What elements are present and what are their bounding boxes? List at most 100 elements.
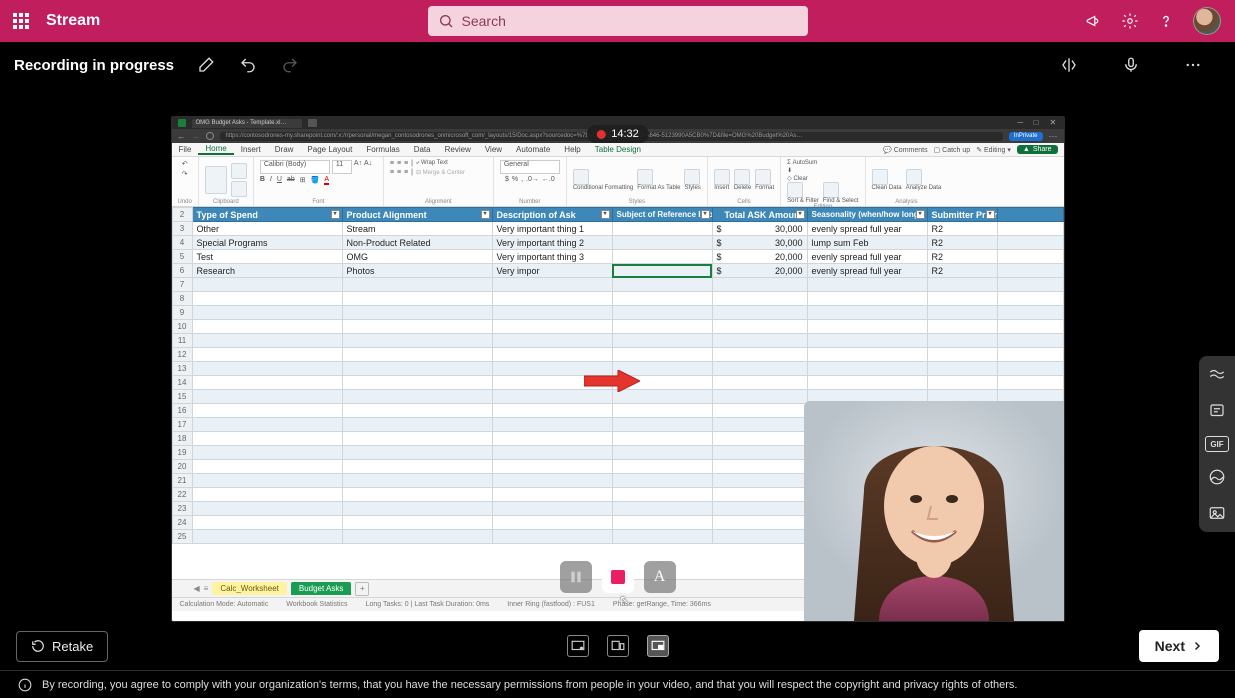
row-header[interactable]: 4 bbox=[172, 236, 192, 250]
delete-cells-button[interactable] bbox=[734, 169, 750, 185]
excel-menu-formulas[interactable]: Formulas bbox=[359, 145, 406, 154]
search-input[interactable]: Search bbox=[428, 6, 808, 36]
font-name-select[interactable]: Calibri (Body) bbox=[260, 160, 330, 174]
percent-button[interactable]: % bbox=[512, 176, 518, 183]
row-header[interactable]: 10 bbox=[172, 320, 192, 334]
cell[interactable]: Very important thing 2 bbox=[492, 236, 612, 250]
filter-dropdown-icon[interactable]: ▾ bbox=[916, 210, 925, 219]
table-row[interactable]: 7 bbox=[172, 278, 1063, 292]
row-header[interactable]: 17 bbox=[172, 418, 192, 432]
app-launcher-button[interactable] bbox=[0, 13, 42, 29]
row-header[interactable]: 6 bbox=[172, 264, 192, 278]
cell[interactable]: OMG bbox=[342, 250, 492, 264]
eraser-button[interactable] bbox=[192, 51, 220, 79]
table-row[interactable]: 10 bbox=[172, 320, 1063, 334]
fill-color-button[interactable]: 🪣 bbox=[311, 176, 320, 185]
cell[interactable]: R2 bbox=[927, 264, 997, 278]
cell[interactable] bbox=[612, 222, 712, 236]
filter-dropdown-icon[interactable]: ▾ bbox=[601, 210, 610, 219]
excel-menu-view[interactable]: View bbox=[478, 145, 509, 154]
filters-icon[interactable] bbox=[1206, 364, 1228, 386]
table-row[interactable]: 6 Research Photos Very impor $20,000 eve… bbox=[172, 264, 1063, 278]
next-button[interactable]: Next bbox=[1139, 630, 1219, 662]
row-header[interactable]: 12 bbox=[172, 348, 192, 362]
sheet-list-icon[interactable]: ≡ bbox=[204, 584, 209, 593]
excel-editing-mode[interactable]: ✎ Editing ▾ bbox=[976, 146, 1011, 154]
user-avatar[interactable] bbox=[1193, 7, 1221, 35]
italic-button[interactable]: I bbox=[270, 176, 272, 185]
wrap-text-button[interactable]: ⤶ Wrap Text bbox=[416, 160, 448, 167]
font-color-button[interactable]: A bbox=[324, 176, 329, 185]
row-header[interactable]: 9 bbox=[172, 306, 192, 320]
cell[interactable] bbox=[612, 250, 712, 264]
col-header[interactable]: Total ASK Amount▾ bbox=[712, 208, 807, 222]
bold-button[interactable]: B bbox=[260, 176, 265, 185]
layout-pip-button[interactable] bbox=[647, 635, 669, 657]
cell[interactable]: $30,000 bbox=[712, 222, 807, 236]
decrease-decimal-button[interactable]: ←.0 bbox=[542, 176, 555, 183]
undo-button[interactable] bbox=[234, 51, 262, 79]
filter-dropdown-icon[interactable]: ▾ bbox=[986, 210, 995, 219]
help-icon[interactable] bbox=[1157, 12, 1175, 30]
cut-button[interactable] bbox=[231, 163, 247, 179]
profile-badge[interactable]: InPrivate bbox=[1009, 132, 1043, 141]
cell[interactable]: Special Programs bbox=[192, 236, 342, 250]
notes-icon[interactable] bbox=[1206, 400, 1228, 422]
background-icon[interactable] bbox=[1206, 466, 1228, 488]
format-table-button[interactable] bbox=[637, 169, 653, 185]
window-close-button[interactable]: ✕ bbox=[1050, 119, 1058, 127]
table-row[interactable]: 14 bbox=[172, 376, 1063, 390]
filter-dropdown-icon[interactable]: ▾ bbox=[796, 210, 805, 219]
table-row[interactable]: 13 bbox=[172, 362, 1063, 376]
table-row[interactable]: 12 bbox=[172, 348, 1063, 362]
cell[interactable]: R2 bbox=[927, 236, 997, 250]
table-row[interactable]: 8 bbox=[172, 292, 1063, 306]
align-left-icon[interactable]: ≡ bbox=[390, 169, 394, 176]
excel-comments-button[interactable]: 💬 Comments bbox=[883, 146, 928, 154]
excel-share-button[interactable]: ▲ Share bbox=[1017, 145, 1058, 154]
find-select-button[interactable] bbox=[823, 182, 839, 198]
excel-menu-help[interactable]: Help bbox=[557, 145, 587, 154]
add-sheet-button[interactable]: + bbox=[355, 582, 369, 596]
excel-menu-data[interactable]: Data bbox=[407, 145, 438, 154]
row-header[interactable]: 14 bbox=[172, 376, 192, 390]
excel-menu-page-layout[interactable]: Page Layout bbox=[300, 145, 359, 154]
row-header[interactable]: 24 bbox=[172, 516, 192, 530]
merge-center-button[interactable]: ⊟ Merge & Center bbox=[416, 169, 465, 176]
layout-screen-only-button[interactable] bbox=[567, 635, 589, 657]
col-header[interactable]: Type of Spend▾ bbox=[192, 208, 342, 222]
align-right-icon[interactable]: ≡ bbox=[404, 169, 408, 176]
excel-catchup-button[interactable]: ▢ Catch up bbox=[934, 146, 971, 154]
cell[interactable]: Very important thing 3 bbox=[492, 250, 612, 264]
row-header[interactable]: 19 bbox=[172, 446, 192, 460]
row-header[interactable]: 16 bbox=[172, 404, 192, 418]
number-format-select[interactable]: General bbox=[500, 160, 560, 174]
row-header[interactable]: 3 bbox=[172, 222, 192, 236]
row-header[interactable]: 20 bbox=[172, 460, 192, 474]
col-header[interactable]: Product Alignment▾ bbox=[342, 208, 492, 222]
cell[interactable]: Very important thing 1 bbox=[492, 222, 612, 236]
sort-filter-button[interactable] bbox=[787, 182, 803, 198]
pause-button[interactable] bbox=[560, 561, 592, 593]
cell[interactable]: Stream bbox=[342, 222, 492, 236]
row-header[interactable]: 7 bbox=[172, 278, 192, 292]
increase-decimal-button[interactable]: .0→ bbox=[526, 176, 539, 183]
align-middle-icon[interactable]: ≡ bbox=[397, 160, 401, 167]
format-cells-button[interactable] bbox=[755, 169, 771, 185]
excel-menu-draw[interactable]: Draw bbox=[268, 145, 301, 154]
cell[interactable]: Research bbox=[192, 264, 342, 278]
row-header[interactable]: 13 bbox=[172, 362, 192, 376]
col-header[interactable]: Seasonality (when/how long)▾ bbox=[807, 208, 927, 222]
stop-recording-button[interactable] bbox=[602, 561, 634, 593]
fill-button[interactable]: ⬇ bbox=[787, 167, 792, 174]
cell[interactable]: evenly spread full year bbox=[807, 264, 927, 278]
cell[interactable]: R2 bbox=[927, 250, 997, 264]
sheet-tab-budget[interactable]: Budget Asks bbox=[291, 582, 351, 595]
col-header[interactable]: Subject of Reference Info (email or othe… bbox=[612, 208, 712, 222]
col-header[interactable]: Description of Ask▾ bbox=[492, 208, 612, 222]
browser-menu-icon[interactable]: ⋯ bbox=[1049, 131, 1058, 142]
cell[interactable]: R2 bbox=[927, 222, 997, 236]
workbook-stats-label[interactable]: Workbook Statistics bbox=[286, 601, 347, 608]
cell[interactable] bbox=[612, 264, 712, 278]
table-row[interactable]: 3 Other Stream Very important thing 1 $3… bbox=[172, 222, 1063, 236]
